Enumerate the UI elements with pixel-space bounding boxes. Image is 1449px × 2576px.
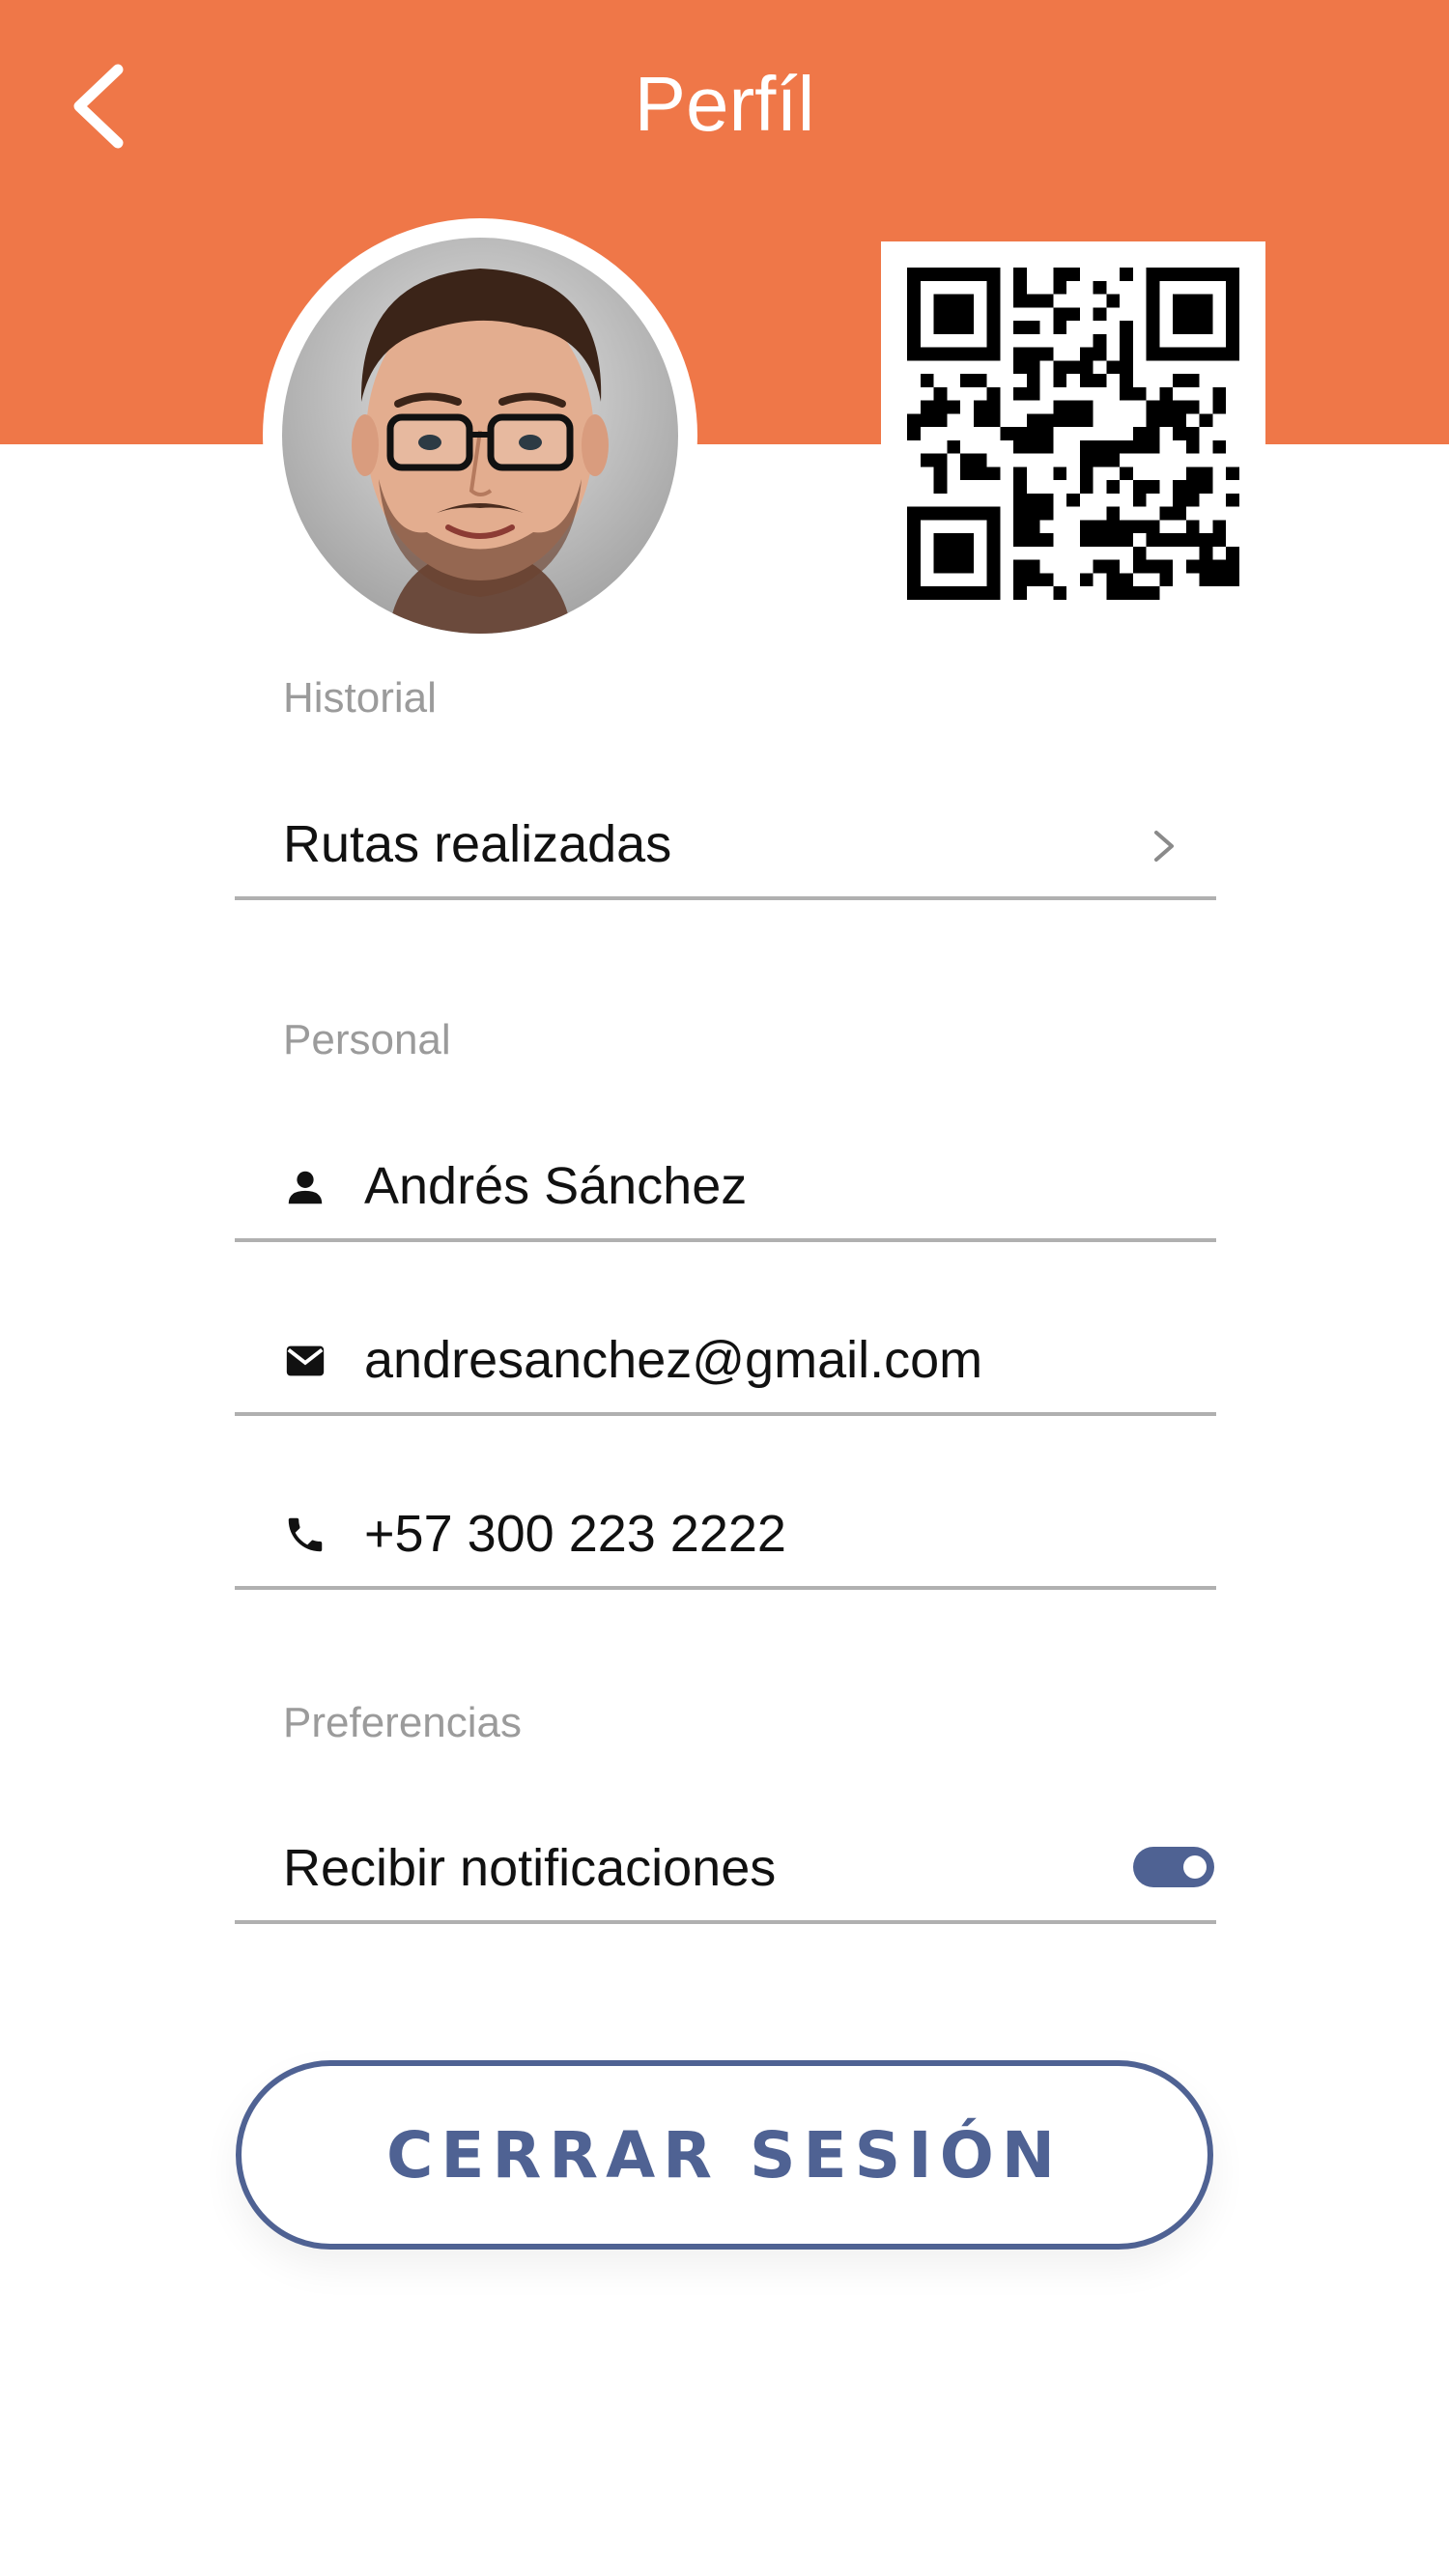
qr-code[interactable]	[881, 241, 1265, 626]
phone-row[interactable]: +57 300 223 2222	[235, 1474, 1216, 1590]
avatar[interactable]	[282, 238, 678, 634]
toggle-knob	[1183, 1855, 1207, 1879]
logout-button[interactable]: CERRAR SESIÓN	[236, 2060, 1213, 2250]
person-icon	[283, 1165, 327, 1209]
notifications-toggle[interactable]	[1133, 1847, 1214, 1887]
notifications-row: Recibir notificaciones	[235, 1808, 1216, 1924]
mail-icon	[283, 1339, 327, 1383]
email-row[interactable]: andresanchez@gmail.com	[235, 1300, 1216, 1416]
profile-photo	[282, 238, 678, 634]
phone-icon	[283, 1513, 327, 1557]
email-value: andresanchez@gmail.com	[364, 1331, 983, 1389]
notifications-label: Recibir notificaciones	[283, 1839, 777, 1897]
qr-code-icon	[907, 268, 1239, 600]
name-value: Andrés Sánchez	[364, 1157, 748, 1215]
avatar-frame	[263, 218, 697, 653]
chevron-right-icon	[1151, 827, 1178, 865]
section-label-history: Historial	[283, 674, 437, 722]
routes-done-row[interactable]: Rutas realizadas	[235, 784, 1216, 900]
section-label-preferences: Preferencias	[283, 1699, 523, 1746]
routes-done-label: Rutas realizadas	[283, 815, 672, 873]
logout-label: CERRAR SESIÓN	[385, 2117, 1064, 2193]
phone-value: +57 300 223 2222	[364, 1505, 786, 1563]
page-title: Perfíl	[634, 61, 815, 147]
section-label-personal: Personal	[283, 1016, 451, 1063]
name-row[interactable]: Andrés Sánchez	[235, 1126, 1216, 1242]
